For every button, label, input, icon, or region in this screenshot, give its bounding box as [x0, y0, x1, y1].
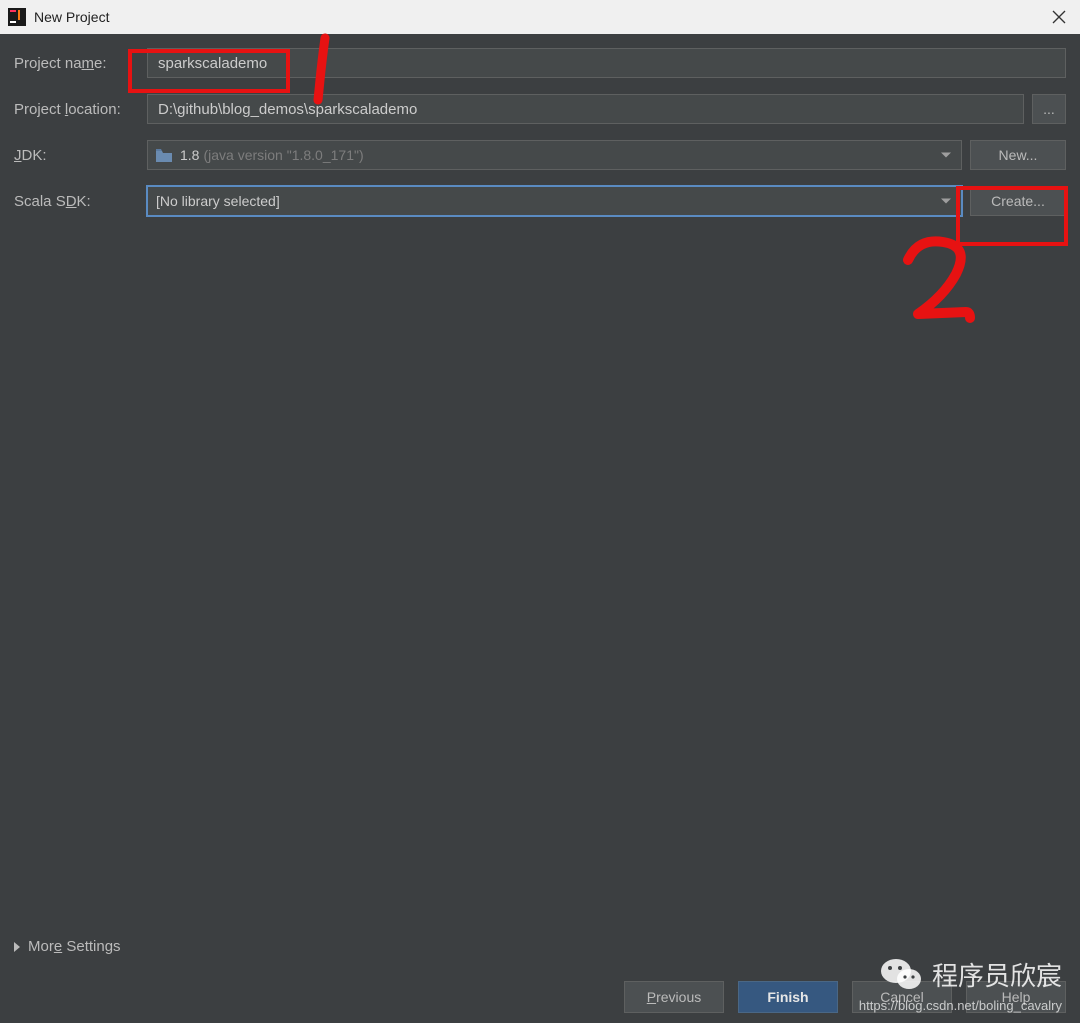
- jdk-label: JDK:: [14, 147, 139, 164]
- jdk-row: JDK: 1.8 (java version "1.8.0_171") New.…: [14, 140, 1066, 170]
- project-location-row: Project location: D:\github\blog_demos\s…: [14, 94, 1066, 124]
- chevron-down-icon: [941, 153, 951, 158]
- scala-sdk-row: Scala SDK: [No library selected] Create.…: [14, 186, 1066, 216]
- project-name-value: sparkscalademo: [158, 55, 267, 72]
- previous-button[interactable]: Previous: [624, 981, 724, 1013]
- jdk-dropdown[interactable]: 1.8 (java version "1.8.0_171"): [147, 140, 962, 170]
- project-name-input[interactable]: sparkscalademo: [147, 48, 1066, 78]
- project-name-row: Project name: sparkscalademo: [14, 48, 1066, 78]
- help-button[interactable]: Help: [966, 981, 1066, 1013]
- scala-sdk-label: Scala SDK:: [14, 193, 139, 210]
- titlebar: New Project: [0, 0, 1080, 34]
- chevron-down-icon: [941, 199, 951, 204]
- footer-buttons: Previous Finish Cancel Help: [624, 981, 1066, 1013]
- intellij-icon: [8, 8, 26, 26]
- more-settings-toggle[interactable]: More Settings: [14, 938, 121, 955]
- close-icon[interactable]: [1048, 6, 1070, 28]
- triangle-right-icon: [14, 942, 20, 952]
- new-jdk-button[interactable]: New...: [970, 140, 1066, 170]
- project-name-label: Project name:: [14, 55, 139, 72]
- finish-button[interactable]: Finish: [738, 981, 838, 1013]
- scala-sdk-dropdown[interactable]: [No library selected]: [147, 186, 962, 216]
- scala-sdk-value: [No library selected]: [156, 193, 280, 209]
- project-location-label: Project location:: [14, 101, 139, 118]
- jdk-version: 1.8: [180, 147, 199, 163]
- folder-icon: [156, 149, 172, 162]
- browse-location-button[interactable]: ...: [1032, 94, 1066, 124]
- window-title: New Project: [34, 9, 109, 25]
- jdk-detail: (java version "1.8.0_171"): [203, 147, 363, 163]
- annotation-number-2: [888, 232, 988, 342]
- form-content: Project name: sparkscalademo Project loc…: [0, 34, 1080, 216]
- create-scala-sdk-button[interactable]: Create...: [970, 186, 1066, 216]
- project-location-value: D:\github\blog_demos\sparkscalademo: [158, 101, 417, 118]
- cancel-button[interactable]: Cancel: [852, 981, 952, 1013]
- project-location-input[interactable]: D:\github\blog_demos\sparkscalademo: [147, 94, 1024, 124]
